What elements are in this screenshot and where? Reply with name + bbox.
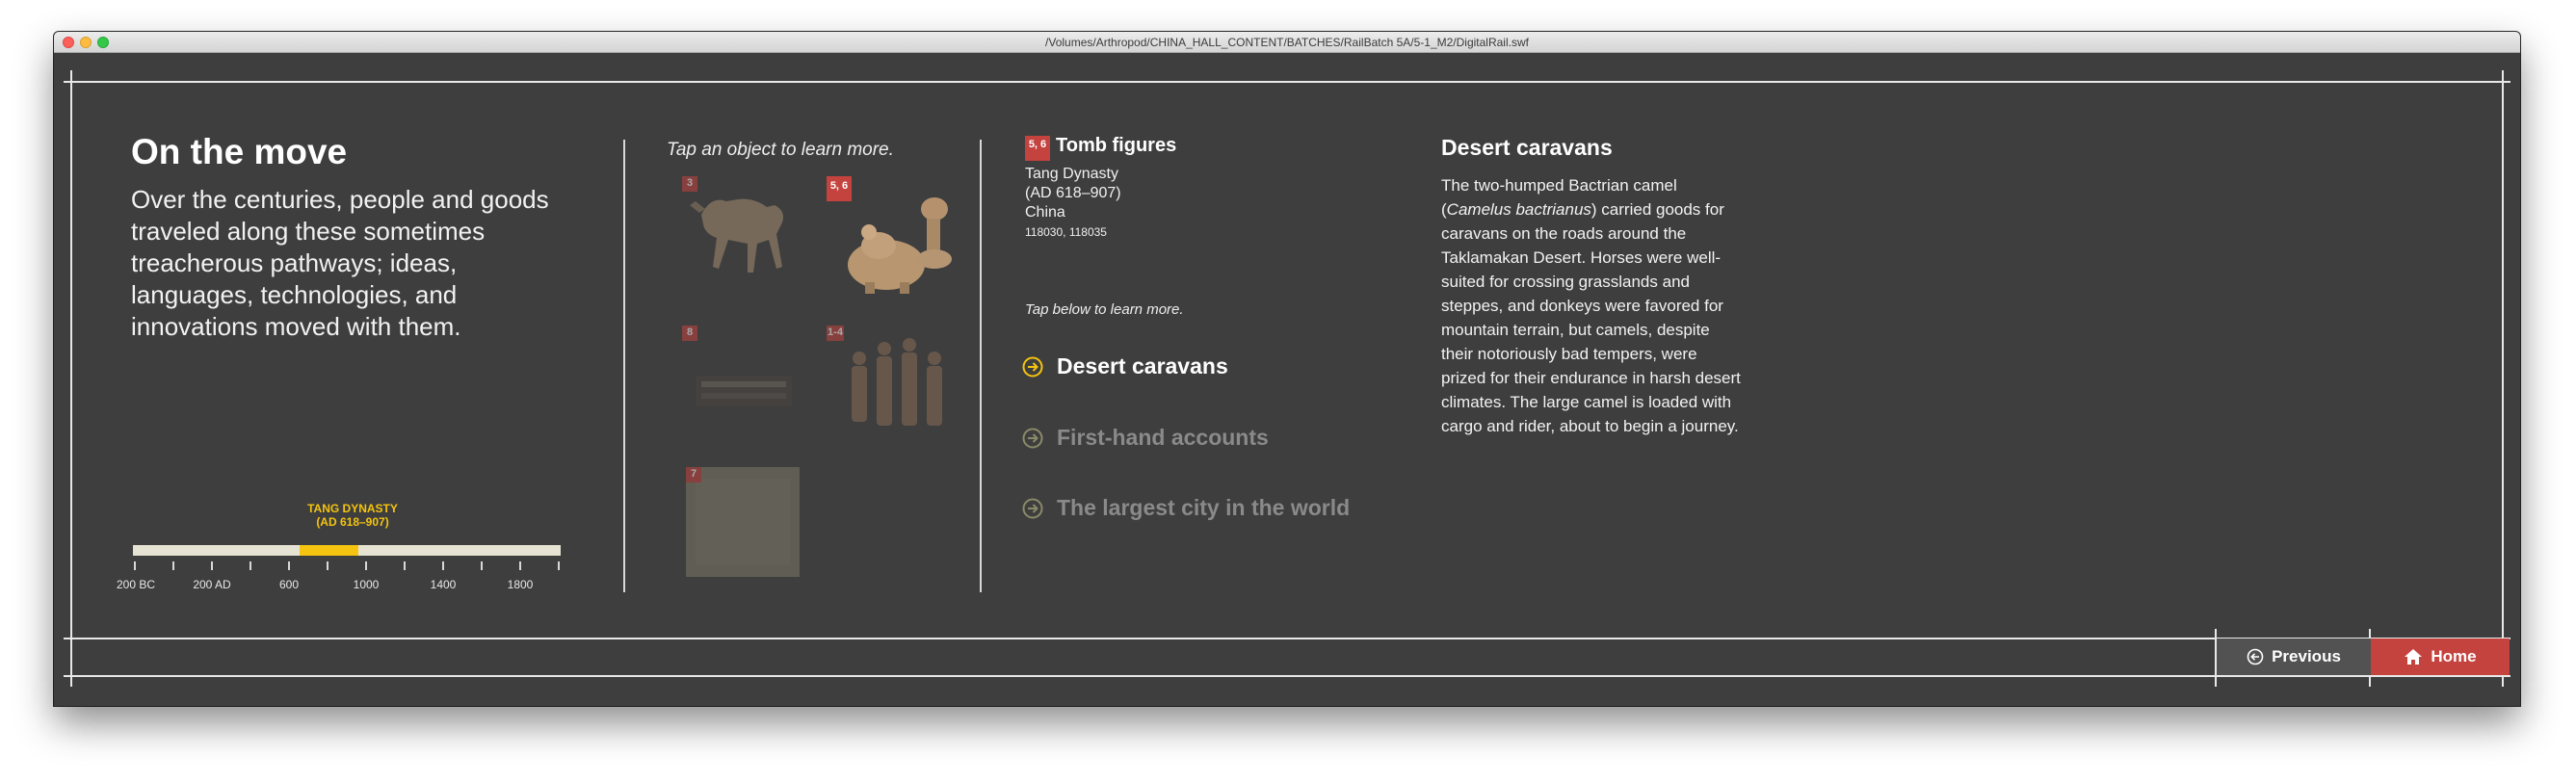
object-badge: 3 [682, 176, 697, 192]
timeline-highlight [299, 545, 359, 556]
description-line: mountain terrain, but camels, despite [1441, 321, 1710, 339]
timeline-tick [442, 561, 444, 570]
intro-line: Over the centuries, people and goods [131, 185, 549, 214]
home-label: Home [2431, 647, 2477, 665]
timeline-tick [288, 561, 290, 570]
arrow-circle-left-icon [2247, 648, 2264, 665]
object-badge: 5, 6 [827, 176, 852, 201]
description-line: Taklamakan Desert. Horses were well- [1441, 248, 1722, 267]
object-title: Tomb figures [1056, 135, 1177, 156]
textile-fragment-image [686, 467, 800, 577]
topic-label: First-hand accounts [1057, 425, 1269, 450]
object-dates: (AD 618–907) [1025, 185, 1121, 201]
timeline-tick [134, 561, 136, 570]
object-badge: 7 [686, 467, 701, 482]
topic-label: The largest city in the world [1057, 495, 1351, 520]
arrow-circle-right-icon [1022, 356, 1043, 377]
description-body: The two-humped Bactrian camel (Camelus b… [1441, 173, 1778, 438]
timeline-tick [558, 561, 560, 570]
topic-desert-caravans[interactable]: Desert caravans [1022, 353, 1228, 379]
object-catalog-number: 118030, 118035 [1025, 225, 1107, 239]
app-window: /Volumes/Arthropod/CHINA_HALL_CONTENT/BA… [54, 32, 2520, 706]
description-text: ) carried goods for [1590, 200, 1724, 219]
frame-line-top [64, 81, 2510, 83]
timeline-tick [327, 561, 329, 570]
description-line: steppes, and donkeys were favored for [1441, 297, 1723, 315]
era-name: TANG DYNASTY [307, 502, 398, 515]
object-thumb-horse[interactable]: 3 [682, 176, 802, 290]
description-line: suited for crossing grasslands and [1441, 273, 1690, 291]
object-thumb-model[interactable]: 8 [682, 326, 802, 431]
object-thumb-camel[interactable]: 5, 6 [827, 176, 958, 296]
object-thumb-figures[interactable]: 1-4 [827, 326, 958, 441]
timeline-label: 200 AD [193, 578, 231, 591]
intro-line: treacherous pathways; ideas, [131, 248, 458, 277]
timeline-tick [481, 561, 483, 570]
standing-figures-image [852, 338, 942, 426]
frame-line-bottom-upper [64, 638, 2510, 639]
description-title: Desert caravans [1441, 135, 1613, 160]
species-name: Camelus bactrianus [1446, 200, 1591, 219]
topic-largest-city[interactable]: The largest city in the world [1022, 495, 1350, 521]
intro-line: innovations moved with them. [131, 312, 461, 341]
column-divider [623, 140, 625, 592]
home-icon [2405, 649, 2423, 665]
frame-line-bottom-lower [64, 675, 2510, 677]
object-detail-badge: 5, 6 [1025, 136, 1050, 161]
previous-button[interactable]: Previous [2217, 639, 2371, 675]
intro-line: languages, technologies, and [131, 280, 458, 309]
horse-figure-image [690, 198, 783, 273]
arrow-circle-right-icon [1022, 428, 1043, 448]
timeline-label: 200 BC [116, 578, 156, 591]
timeline-tick [211, 561, 213, 570]
description-line: prized for their endurance in harsh dese… [1441, 369, 1741, 387]
arrow-circle-right-icon [1022, 498, 1043, 518]
object-origin: China [1025, 204, 1065, 221]
object-dynasty: Tang Dynasty [1025, 166, 1118, 182]
gallery-instruction: Tap an object to learn more. [667, 140, 894, 160]
description-line: The two-humped Bactrian camel [1441, 176, 1677, 195]
title-bar: /Volumes/Arthropod/CHINA_HALL_CONTENT/BA… [54, 32, 2520, 53]
era-label: TANG DYNASTY (AD 618–907) [276, 502, 430, 529]
home-button[interactable]: Home [2371, 639, 2510, 675]
timeline-tick [365, 561, 367, 570]
object-thumb-textile[interactable]: 7 [686, 467, 800, 577]
description-line: (Camelus bactrianus) carried goods for [1441, 197, 1778, 222]
description-line: caravans on the roads around the [1441, 224, 1687, 243]
object-details: Tang Dynasty (AD 618–907) China 118030, … [1025, 165, 1121, 242]
timeline-label: 1000 [353, 578, 380, 591]
topics-instruction: Tap below to learn more. [1025, 301, 1184, 318]
timeline-label: 1800 [507, 578, 534, 591]
frame-line-left [70, 70, 72, 687]
description-line: cargo and rider, about to begin a journe… [1441, 417, 1739, 435]
topic-label: Desert caravans [1057, 353, 1228, 378]
timeline-tick [250, 561, 251, 570]
description-line: climates. The large camel is loaded with [1441, 393, 1732, 411]
object-badge: 1-4 [827, 326, 844, 341]
intro-text: Over the centuries, people and goods tra… [131, 184, 584, 343]
era-dates: (AD 618–907) [316, 515, 389, 529]
timeline-label: 1400 [430, 578, 457, 591]
topic-first-hand-accounts[interactable]: First-hand accounts [1022, 425, 1269, 451]
timeline-bar [133, 545, 561, 556]
timeline-tick [519, 561, 521, 570]
timeline-tick [404, 561, 406, 570]
intro-line: traveled along these sometimes [131, 217, 486, 246]
page-heading: On the move [131, 132, 348, 171]
description-line: their notoriously bad tempers, were [1441, 345, 1697, 363]
frame-line-right [2502, 70, 2504, 687]
object-badge: 8 [682, 326, 697, 341]
previous-label: Previous [2272, 647, 2341, 665]
timeline-label: 600 [278, 578, 300, 591]
architectural-model-image [696, 376, 792, 406]
timeline-tick [172, 561, 174, 570]
column-divider [980, 140, 982, 592]
window-title: /Volumes/Arthropod/CHINA_HALL_CONTENT/BA… [1045, 36, 1529, 49]
